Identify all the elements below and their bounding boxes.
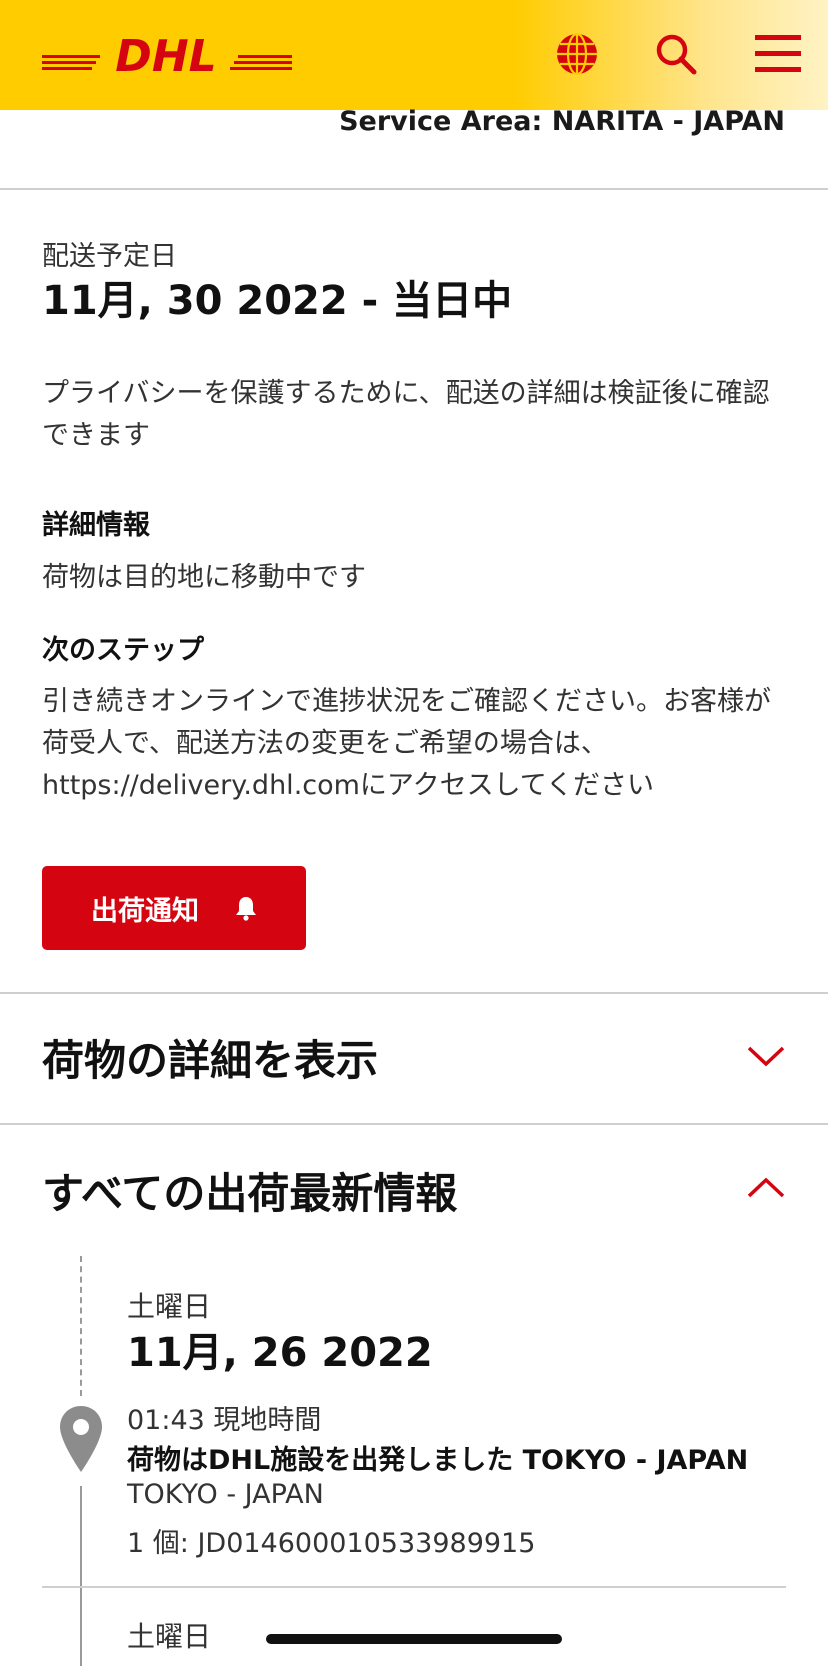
home-indicator[interactable] bbox=[266, 1634, 562, 1644]
divider bbox=[0, 188, 828, 190]
dhl-logo[interactable]: DHL bbox=[42, 33, 292, 81]
location-pin-icon bbox=[60, 1406, 102, 1472]
divider bbox=[0, 992, 828, 994]
chevron-down-icon[interactable] bbox=[746, 1044, 786, 1068]
details-text: 荷物は目的地に移動中です bbox=[42, 562, 366, 593]
timeline-line bbox=[80, 1486, 82, 1666]
notify-button-label: 出荷通知 bbox=[91, 895, 199, 927]
privacy-note: プライバシーを保護するために、配送の詳細は検証後に確認できます bbox=[42, 378, 770, 451]
event-piece-id: 1 個: JD014600010533989915 bbox=[127, 1528, 536, 1559]
event-location: TOKYO - JAPAN bbox=[127, 1479, 324, 1510]
delivery-date: 11月, 30 2022 - 当日中 bbox=[42, 278, 513, 324]
all-updates-toggle[interactable]: すべての出荷最新情報 bbox=[42, 1160, 457, 1221]
globe-icon[interactable] bbox=[549, 26, 605, 82]
logo-text: DHL bbox=[115, 33, 216, 81]
service-area: Service Area: NARITA - JAPAN bbox=[339, 106, 785, 137]
event-status: 荷物はDHL施設を出発しました TOKYO - JAPAN bbox=[127, 1445, 749, 1476]
event-day: 土曜日 bbox=[127, 1620, 212, 1653]
timeline-line bbox=[80, 1256, 82, 1396]
bell-icon bbox=[236, 897, 256, 921]
shipment-details-toggle[interactable]: 荷物の詳細を表示 bbox=[42, 1027, 378, 1088]
chevron-up-icon[interactable] bbox=[746, 1176, 786, 1200]
search-icon[interactable] bbox=[648, 26, 704, 82]
event-date: 11月, 26 2022 bbox=[127, 1330, 433, 1376]
event-divider bbox=[42, 1586, 786, 1588]
next-step-heading: 次のステップ bbox=[42, 635, 204, 666]
details-heading: 詳細情報 bbox=[42, 510, 150, 541]
event-day: 土曜日 bbox=[127, 1290, 212, 1323]
divider bbox=[0, 1123, 828, 1125]
top-header: DHL bbox=[0, 0, 828, 110]
event-time: 01:43 現地時間 bbox=[127, 1405, 322, 1436]
shipment-notification-button[interactable]: 出荷通知 bbox=[42, 866, 306, 950]
hamburger-menu-icon[interactable] bbox=[750, 26, 806, 82]
next-step-text: 引き続きオンラインで進捗状況をご確認ください。お客様が荷受人で、配送方法の変更を… bbox=[42, 686, 771, 801]
